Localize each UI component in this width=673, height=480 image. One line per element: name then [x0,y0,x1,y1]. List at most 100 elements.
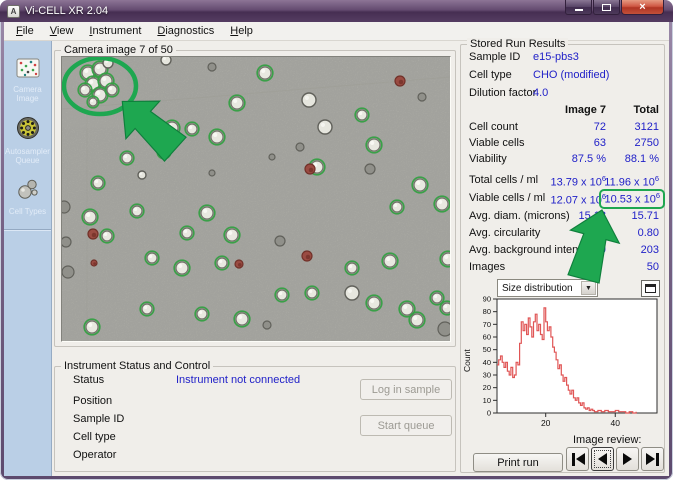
menu-diagnostics[interactable]: Diagnostics [149,23,222,39]
previous-image-button[interactable] [591,447,614,471]
last-image-button[interactable] [641,447,664,471]
sidebar-item-cell-types[interactable]: Cell Types [4,178,51,216]
size-distribution-chart: 01020304050607080902040CountDiameter (mi… [461,291,666,431]
sidebar-item-label: AutosamplerQueue [5,147,50,165]
sidebar-item-autosampler-queue[interactable]: AutosamplerQueue [4,116,51,165]
info-label: Sample ID [469,51,520,63]
sidebar-item-label: CameraImage [13,85,41,103]
svg-text:Count: Count [462,349,472,372]
field-label: Cell type [73,431,116,443]
result-info-cell-type: Cell type CHO (modified) [469,69,658,83]
result-label: Avg. background intensity [469,244,595,256]
menu-bar: FileViewInstrumentDiagnosticsHelp [4,22,669,41]
sidebar-item-camera-image[interactable]: CameraImage [4,58,51,103]
maximize-button[interactable] [593,0,620,15]
result-row: Cell count 72 3121 [469,121,659,136]
cell-types-icon [16,178,40,205]
result-image7-value: 15.18 [578,210,606,222]
info-value: 4.0 [533,87,548,99]
info-label: Cell type [469,69,512,81]
result-image7-value: 13.79 x 106 [550,174,606,189]
instrument-field-sample-id: Sample ID [73,413,345,427]
result-image7-value: 63 [594,137,606,149]
result-image7-value: 0.85 [585,227,606,239]
result-row: Viable cells / ml 12.07 x 10610.53 x 106 [469,192,659,207]
result-row: Images 50 [469,261,659,276]
result-total-value: 2750 [635,137,659,149]
instrument-status-group: Instrument Status and Control StatusInst… [54,366,456,472]
svg-text:10: 10 [483,396,491,405]
previous-image-icon [598,453,607,465]
image-review-label: Image review: [573,434,641,446]
print-run-button[interactable]: Print run [473,453,563,472]
svg-text:70: 70 [483,320,491,329]
sidebar-item-label: Cell Types [9,207,46,216]
result-row: Avg. diam. (microns) 15.18 15.71 [469,210,659,225]
minimize-button[interactable] [565,0,592,15]
camera-image-view [61,56,451,342]
field-label: Operator [73,449,116,461]
result-image7-value: 72 [594,121,606,133]
title-bar: A Vi-CELL XR 2.04 × [0,0,673,22]
result-label: Images [469,261,505,273]
info-label: Dilution factor [469,87,536,99]
camera-image [62,57,450,341]
client-area: FileViewInstrumentDiagnosticsHelp Camera… [4,22,669,476]
result-total-value: 15.71 [631,210,659,222]
maximize-icon [602,4,611,11]
result-label: Avg. diam. (microns) [469,210,570,222]
result-row: Avg. background intensity199203 [469,244,659,259]
autosampler-queue-icon [16,116,40,145]
instrument-field-cell-type: Cell type [73,431,345,445]
menu-help[interactable]: Help [222,23,261,39]
field-value: Instrument not connected [176,374,300,386]
result-total-value: 3121 [635,121,659,133]
result-total-value: 88.1 % [625,153,659,165]
result-total-value: 11.96 x 106 [604,174,659,189]
results-group-title: Stored Run Results [467,38,568,50]
svg-text:30: 30 [483,371,491,380]
close-button[interactable]: × [621,0,664,15]
first-image-button[interactable] [566,447,589,471]
vi-cell-app-icon: A [7,5,20,18]
svg-text:60: 60 [483,333,491,342]
next-image-icon [623,453,632,465]
info-value: CHO (modified) [533,69,609,81]
svg-text:40: 40 [483,358,491,367]
image-review-nav [566,447,664,471]
window-controls: × [565,0,664,15]
result-label: Viability [469,153,507,165]
field-label: Position [73,395,112,407]
next-image-button[interactable] [616,447,639,471]
result-label: Total cells / ml [469,174,538,186]
result-image7-value: 12.07 x 106 [550,192,606,207]
log-in-sample-button[interactable]: Log in sample [360,379,452,400]
svg-text:50: 50 [483,345,491,354]
camera-image-icon [16,58,40,83]
last-image-icon [646,453,660,466]
window-title: Vi-CELL XR 2.04 [25,5,108,17]
result-label: Avg. circularity [469,227,540,239]
menu-view[interactable]: View [42,23,82,39]
menu-file[interactable]: File [8,23,42,39]
sidebar: CameraImage AutosamplerQueue Cell Types [4,41,52,476]
svg-text:0: 0 [487,409,491,418]
start-queue-button[interactable]: Start queue [360,415,452,436]
result-row: Viability 87.5 % 88.1 % [469,153,659,168]
result-info-dilution-factor: Dilution factor4.0 [469,87,658,101]
result-info-sample-id: Sample IDe15-pbs3 [469,51,658,65]
column-image7: Image 7 [565,104,606,116]
minimize-icon [575,4,583,11]
sidebar-divider [4,229,51,231]
result-label: Viable cells / ml [469,192,545,204]
field-label: Status [73,374,104,386]
result-total-value: 50 [647,261,659,273]
menu-instrument[interactable]: Instrument [81,23,149,39]
svg-text:90: 90 [483,295,491,304]
result-total-value: 0.80 [638,227,659,239]
close-icon: × [639,1,645,13]
result-total-value: 10.53 x 106 [599,192,659,206]
result-label: Cell count [469,121,518,133]
result-image7-value: 87.5 % [572,153,606,165]
svg-text:20: 20 [483,383,491,392]
